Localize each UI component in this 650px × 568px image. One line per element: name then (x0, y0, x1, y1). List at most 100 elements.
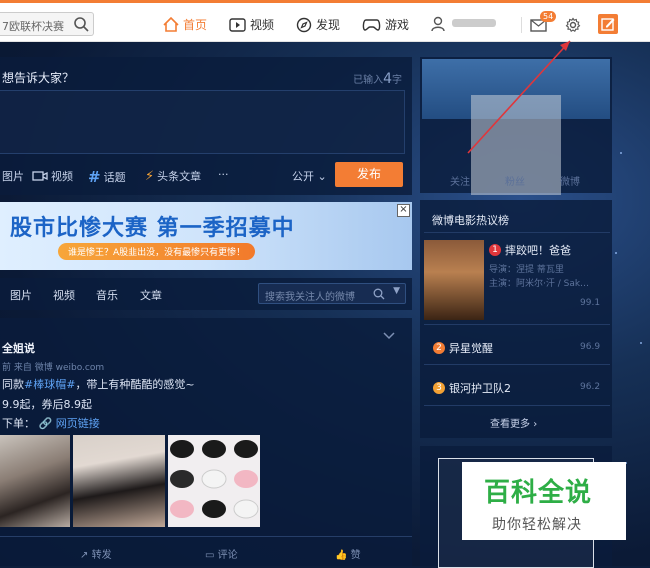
post-photo-1[interactable] (0, 435, 70, 527)
post-photo-3[interactable] (168, 435, 260, 527)
tool-more-label: ··· (218, 168, 229, 181)
feed-search-box[interactable]: 搜索我关注人的微博 ▼ (258, 283, 406, 304)
movie-item-1[interactable]: 1 摔跤吧！爸爸 (489, 242, 571, 258)
edit-icon (601, 18, 615, 31)
post-line-1-post: ，带上有种酷酷的感觉~ (75, 378, 195, 391)
feed-search-input[interactable]: 搜索我关注人的微博 (265, 288, 355, 303)
caps-image (170, 440, 259, 519)
divider (424, 324, 610, 325)
visibility-label: 公开 (292, 170, 314, 183)
post-line-1: 同款#棒球帽#，带上有种酷酷的感觉~ (2, 376, 195, 392)
banner-headline: 股市比惨大赛 第一季招募中 (10, 216, 295, 241)
gear-icon[interactable] (565, 17, 581, 36)
tab-articles[interactable]: 文章 (140, 287, 162, 303)
tool-video[interactable]: 视频 (32, 168, 73, 184)
post-photo-2[interactable] (73, 435, 165, 527)
caret-down-icon[interactable]: ▼ (393, 286, 400, 296)
gamepad-icon (362, 18, 381, 31)
see-more-link[interactable]: 查看更多 › (490, 415, 537, 430)
search-icon[interactable] (73, 16, 89, 35)
visibility-dropdown[interactable]: 公开 ⌄ (292, 168, 327, 184)
user-icon (431, 16, 445, 32)
chevron-down-icon: ⌄ (317, 170, 327, 183)
nav-discover[interactable]: 发现 (296, 16, 340, 33)
nav-home-label: 首页 (183, 18, 208, 32)
movie-director: 导演：涅提 蒂瓦里 (489, 265, 564, 275)
char-counter: 已输入4字 (353, 71, 402, 87)
stat-following[interactable]: 关注 (450, 173, 470, 188)
like-button[interactable]: 👍 赞 (335, 546, 361, 561)
nav-games[interactable]: 游戏 (362, 16, 409, 33)
counter-unit: 字 (392, 75, 402, 86)
counter-value: 4 (383, 71, 392, 87)
feed-filter-bar: 图片 视频 音乐 文章 搜索我关注人的微博 ▼ (0, 278, 412, 310)
post-actions: ↗ 转发 ▭ 评论 👍 赞 (0, 536, 412, 567)
repost-icon: ↗ (80, 550, 89, 561)
compose-textarea[interactable] (0, 90, 405, 154)
nav-games-label: 游戏 (385, 18, 410, 32)
promo-banner[interactable]: 股市比惨大赛 第一季招募中 谁是惨王？A股韭出没，没有最惨只有更惨！ × (0, 202, 412, 270)
tool-article[interactable]: ⚡ 头条文章 (145, 168, 201, 184)
movie-rank-title: 微博电影热议榜 (432, 214, 509, 227)
lightning-icon: ⚡ (145, 168, 155, 184)
nav-video[interactable]: 视频 (229, 16, 274, 33)
rank-badge-2: 2 (433, 342, 445, 354)
watermark-subtitle: 助你轻松解决 (492, 517, 582, 533)
search-input[interactable]: 7欧联杯决赛 (2, 18, 64, 34)
movie-name-1: 摔跤吧！爸爸 (505, 244, 571, 257)
repost-button[interactable]: ↗ 转发 (80, 546, 112, 561)
post-author[interactable]: 全姐说 (2, 340, 35, 356)
tool-image-label: 图片 (2, 170, 24, 183)
stat-posts[interactable]: 微博 (560, 173, 580, 188)
close-icon[interactable]: × (397, 204, 410, 217)
comment-label: 评论 (217, 550, 238, 561)
tab-images[interactable]: 图片 (10, 287, 32, 303)
nav-home[interactable]: 首页 (163, 16, 207, 33)
hash-icon: # (88, 168, 101, 186)
tab-video[interactable]: 视频 (53, 287, 75, 303)
chevron-right-icon: › (533, 419, 538, 430)
post-line-2: 9.9起，券后8.9起 (2, 398, 92, 411)
tool-image[interactable]: 图片 (2, 168, 24, 184)
video-icon (229, 17, 246, 32)
rank-badge-1: 1 (489, 244, 501, 256)
watermark-title: 百科全说 (484, 478, 593, 508)
chevron-down-icon[interactable] (383, 330, 395, 343)
search-box[interactable]: 7欧联杯决赛 (0, 12, 94, 36)
tool-topic[interactable]: # 话题 (88, 168, 126, 186)
comment-button[interactable]: ▭ 评论 (205, 546, 238, 561)
divider (424, 405, 610, 406)
video-icon (32, 171, 48, 181)
compass-icon (296, 17, 312, 32)
hashtag-link[interactable]: #棒球帽# (24, 378, 75, 391)
web-link[interactable]: 网页链接 (56, 417, 100, 430)
tool-more[interactable]: ··· (218, 168, 229, 181)
tool-video-label: 视频 (51, 170, 73, 183)
divider (521, 17, 522, 33)
see-more-label: 查看更多 (490, 419, 530, 430)
movie-name-2: 异星觉醒 (449, 342, 493, 355)
post-line-1-pre: 同款 (2, 378, 24, 391)
publish-button[interactable]: 发布 (335, 162, 403, 187)
tool-article-label: 头条文章 (157, 170, 202, 183)
movie-rank-card: 微博电影热议榜 1 摔跤吧！爸爸 导演：涅提 蒂瓦里 主演：阿米尔·汗 / Sa… (420, 200, 612, 438)
compose-button[interactable] (598, 14, 618, 34)
movie-score-3: 96.2 (580, 382, 601, 392)
annotation-arrow (467, 40, 571, 154)
mail-badge: 54 (540, 11, 557, 22)
tab-music[interactable]: 音乐 (96, 287, 118, 303)
post-meta: 前 来自 微博 weibo.com (2, 363, 105, 373)
movie-item-2[interactable]: 2 异星觉醒 (433, 340, 493, 356)
thumbs-up-icon: 👍 (335, 550, 348, 561)
username-blurred[interactable] (452, 19, 496, 27)
home-icon (163, 17, 179, 32)
user-avatar[interactable] (430, 16, 446, 35)
stat-followers[interactable]: 粉丝 (505, 173, 525, 188)
compose-title: 想告诉大家？ (2, 71, 75, 85)
movie-item-3[interactable]: 3 银河护卫队2 (433, 380, 511, 396)
search-icon[interactable] (373, 288, 385, 300)
tool-topic-label: 话题 (103, 171, 126, 184)
rank-badge-3: 3 (433, 382, 445, 394)
like-label: 赞 (350, 550, 361, 561)
movie-poster[interactable] (424, 240, 484, 320)
